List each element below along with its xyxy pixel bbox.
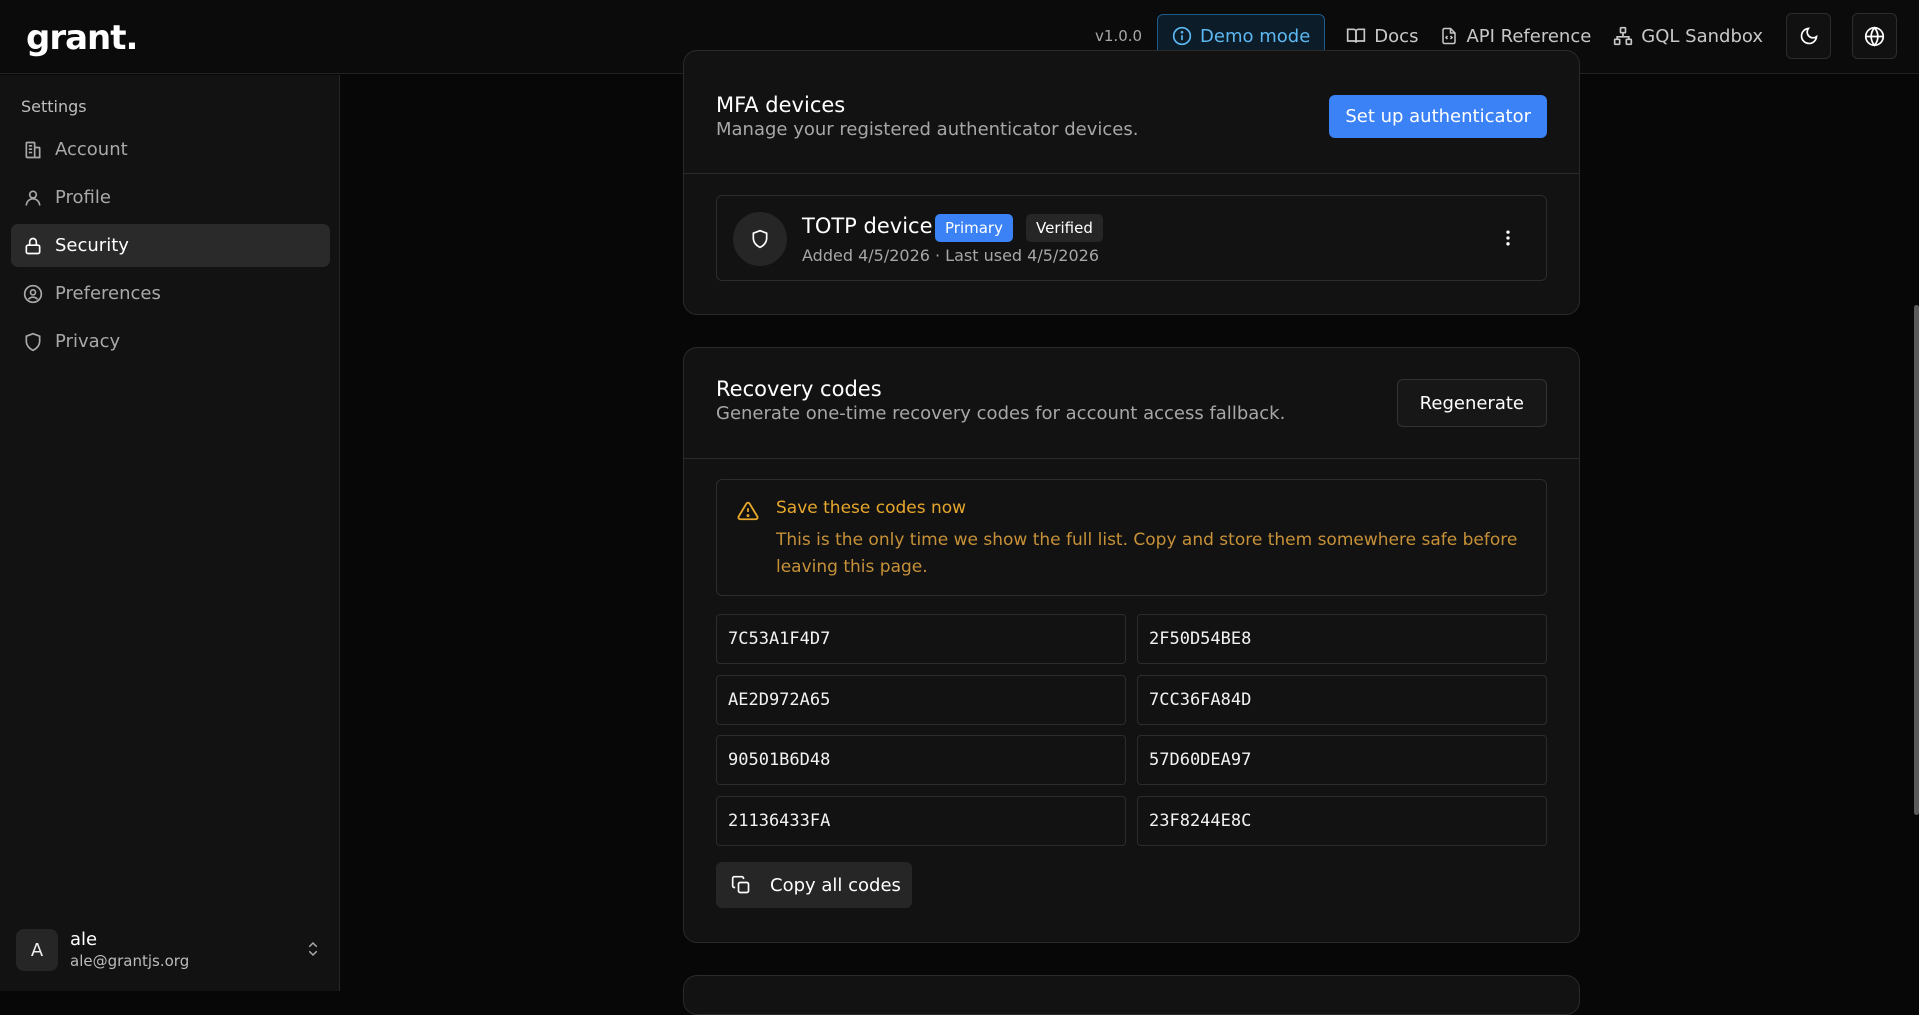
divider [684, 458, 1579, 459]
recovery-code[interactable]: 90501B6D48 [716, 735, 1126, 785]
docs-label: Docs [1374, 25, 1419, 47]
language-button[interactable] [1852, 13, 1897, 59]
recovery-code[interactable]: 23F8244E8C [1137, 796, 1547, 846]
version-label: v1.0.0 [1095, 27, 1143, 45]
logo[interactable]: grant. [26, 18, 138, 58]
avatar: A [16, 929, 58, 971]
recovery-code[interactable]: 57D60DEA97 [1137, 735, 1547, 785]
sidebar-item-preferences[interactable]: Preferences [11, 272, 330, 315]
gql-sandbox-label: GQL Sandbox [1641, 25, 1763, 47]
recovery-subtitle: Generate one-time recovery codes for acc… [716, 403, 1286, 424]
device-name: TOTP device [802, 214, 933, 238]
recovery-code[interactable]: 2F50D54BE8 [1137, 614, 1547, 664]
recovery-title: Recovery codes [716, 377, 882, 401]
sidebar-item-security[interactable]: Security [11, 224, 330, 267]
warning-body: This is the only time we show the full l… [776, 530, 1518, 577]
user-email: ale@grantjs.org [70, 952, 190, 970]
recovery-code[interactable]: 21136433FA [716, 796, 1126, 846]
set-up-authenticator-button[interactable]: Set up authenticator [1329, 95, 1547, 138]
demo-mode-label: Demo mode [1200, 25, 1311, 47]
globe-icon [1864, 25, 1885, 47]
sidebar-item-label: Privacy [55, 331, 121, 352]
sidebar-item-label: Profile [55, 187, 111, 208]
sidebar-item-label: Account [55, 139, 128, 160]
api-reference-label: API Reference [1466, 25, 1592, 47]
moon-icon [1799, 26, 1819, 46]
recovery-code[interactable]: 7CC36FA84D [1137, 675, 1547, 725]
warning-alert: Save these codes now This is the only ti… [716, 479, 1547, 596]
sidebar: Settings Account Profile Security Prefer… [0, 75, 340, 991]
verified-badge: Verified [1026, 214, 1103, 242]
sidebar-item-profile[interactable]: Profile [11, 176, 330, 219]
building-icon [23, 140, 43, 160]
shield-icon [733, 212, 787, 266]
recovery-code[interactable]: 7C53A1F4D7 [716, 614, 1126, 664]
more-vertical-icon[interactable] [1498, 228, 1518, 248]
divider [684, 173, 1579, 174]
mfa-devices-card: MFA devices Manage your registered authe… [683, 50, 1580, 315]
user-circle-icon [23, 284, 43, 304]
sidebar-section-title: Settings [21, 97, 87, 116]
lock-icon [23, 236, 43, 256]
sidebar-item-label: Preferences [55, 283, 161, 304]
user-menu[interactable]: A ale ale@grantjs.org [16, 927, 326, 973]
shield-icon [23, 332, 43, 352]
regenerate-button[interactable]: Regenerate [1396, 379, 1547, 427]
file-code-icon [1440, 26, 1458, 46]
scrollbar[interactable] [1914, 305, 1919, 815]
mfa-title: MFA devices [716, 93, 846, 117]
theme-toggle-button[interactable] [1786, 13, 1831, 59]
info-icon [1172, 26, 1192, 46]
copy-all-codes-label: Copy all codes [770, 874, 901, 896]
user-icon [23, 188, 43, 208]
device-meta: Added 4/5/2026 · Last used 4/5/2026 [802, 246, 1100, 265]
sidebar-item-privacy[interactable]: Privacy [11, 320, 330, 363]
copy-all-codes-button[interactable]: Copy all codes [716, 862, 912, 908]
user-name: ale [70, 929, 98, 950]
recovery-code[interactable]: AE2D972A65 [716, 675, 1126, 725]
sidebar-item-account[interactable]: Account [11, 128, 330, 171]
next-card [683, 975, 1580, 1015]
gql-sandbox-link[interactable]: GQL Sandbox [1602, 14, 1774, 58]
sidebar-item-label: Security [55, 235, 129, 256]
warning-title: Save these codes now [776, 498, 967, 518]
mfa-subtitle: Manage your registered authenticator dev… [716, 119, 1139, 140]
chevrons-up-down-icon [304, 939, 322, 959]
network-icon [1613, 26, 1633, 46]
book-icon [1346, 26, 1366, 46]
recovery-codes-card: Recovery codes Generate one-time recover… [683, 347, 1580, 943]
copy-icon [731, 875, 751, 895]
alert-triangle-icon [737, 500, 759, 522]
primary-badge: Primary [935, 214, 1013, 242]
device-row: TOTP device Primary Verified Added 4/5/2… [716, 195, 1547, 281]
